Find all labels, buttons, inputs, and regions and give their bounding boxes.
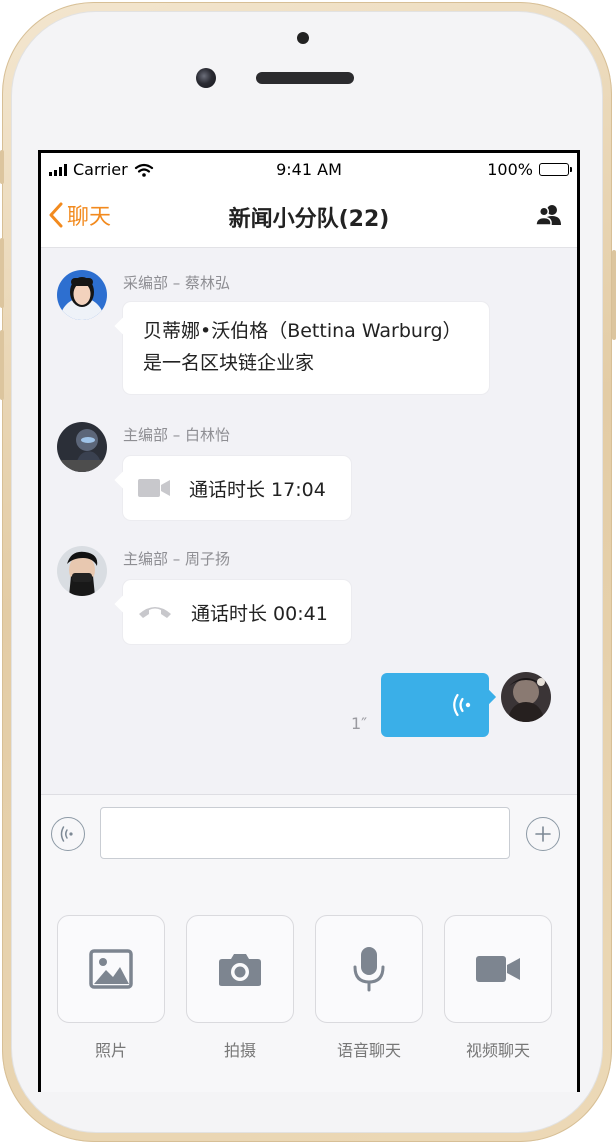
avatar[interactable]	[57, 546, 107, 596]
message-bubble[interactable]: 通话时长 00:41	[123, 580, 351, 644]
message-input[interactable]	[100, 807, 510, 859]
avatar[interactable]	[57, 270, 107, 320]
phone-handset-icon	[139, 607, 171, 618]
sender-name: 主编部 – 周子扬	[123, 550, 231, 568]
sound-wave-icon	[453, 693, 471, 717]
voice-input-toggle[interactable]	[51, 817, 85, 851]
more-options-button[interactable]	[526, 817, 560, 851]
nav-bar: 聊天 新闻小分队(22)	[41, 187, 577, 248]
camera-icon	[219, 954, 261, 986]
call-duration: 通话时长 17:04	[189, 478, 326, 501]
tool-video-chat[interactable]: 视频聊天	[444, 915, 552, 1061]
page-title: 新闻小分队(22)	[228, 207, 390, 232]
front-camera	[196, 68, 216, 88]
tool-camera-tile	[186, 915, 294, 1023]
message-bubble[interactable]: 贝蒂娜•沃伯格（Bettina Warburg）是一名区块链企业家	[123, 302, 489, 394]
own-avatar[interactable]	[501, 672, 551, 722]
status-bar: Carrier 9:41 AM 100%	[41, 153, 577, 187]
tool-label: 视频聊天	[465, 1041, 530, 1060]
tool-photo-tile	[57, 915, 165, 1023]
volume-down-button	[0, 330, 4, 400]
status-right: 100%	[487, 160, 572, 179]
chat-area: 采编部 – 蔡林弘 贝蒂娜•沃伯格（Bettina Warburg）是一名区块链…	[41, 248, 577, 794]
mute-switch	[0, 150, 4, 184]
tool-camera[interactable]: 拍摄	[186, 915, 294, 1061]
photo-icon	[89, 949, 133, 989]
video-call-icon	[138, 479, 170, 497]
app-screen: Carrier 9:41 AM 100% 聊天 新闻小分队(22) 采编部 – …	[41, 153, 577, 1092]
message-text-content: 贝蒂娜•沃伯格（Bettina Warburg）是一名区块链企业家	[143, 320, 462, 374]
battery-icon	[539, 163, 572, 176]
screen: Carrier 9:41 AM 100% 聊天 新闻小分队(22) 采编部 – …	[38, 150, 580, 1092]
plus-icon	[535, 826, 551, 842]
tool-photo[interactable]: 照片	[57, 915, 165, 1061]
tool-voice-chat-tile	[315, 915, 423, 1023]
voice-wave-icon	[60, 826, 73, 842]
earpiece-speaker	[256, 72, 354, 84]
attachment-panel: 照片 拍摄 语音聊天 视频聊天	[41, 873, 577, 1092]
power-button	[612, 250, 616, 340]
tool-video-chat-tile	[444, 915, 552, 1023]
group-members-button[interactable]	[535, 203, 563, 231]
tool-label: 拍摄	[223, 1041, 256, 1060]
input-bar	[41, 794, 577, 874]
voice-duration: 1″	[351, 714, 368, 733]
tool-label: 语音聊天	[336, 1041, 401, 1060]
battery-percent: 100%	[487, 160, 533, 179]
video-camera-icon	[476, 956, 520, 982]
message-bubble[interactable]: 通话时长 17:04	[123, 456, 351, 520]
proximity-sensor	[297, 32, 309, 44]
sender-name: 主编部 – 白林怡	[123, 426, 231, 444]
voice-message-bubble[interactable]	[381, 673, 489, 737]
call-duration: 通话时长 00:41	[191, 602, 328, 625]
volume-up-button	[0, 238, 4, 308]
avatar[interactable]	[57, 422, 107, 472]
group-members-icon	[535, 205, 561, 226]
sender-name: 采编部 – 蔡林弘	[123, 274, 231, 292]
tool-label: 照片	[94, 1041, 127, 1060]
microphone-icon	[353, 947, 385, 992]
tool-voice-chat[interactable]: 语音聊天	[315, 915, 423, 1061]
